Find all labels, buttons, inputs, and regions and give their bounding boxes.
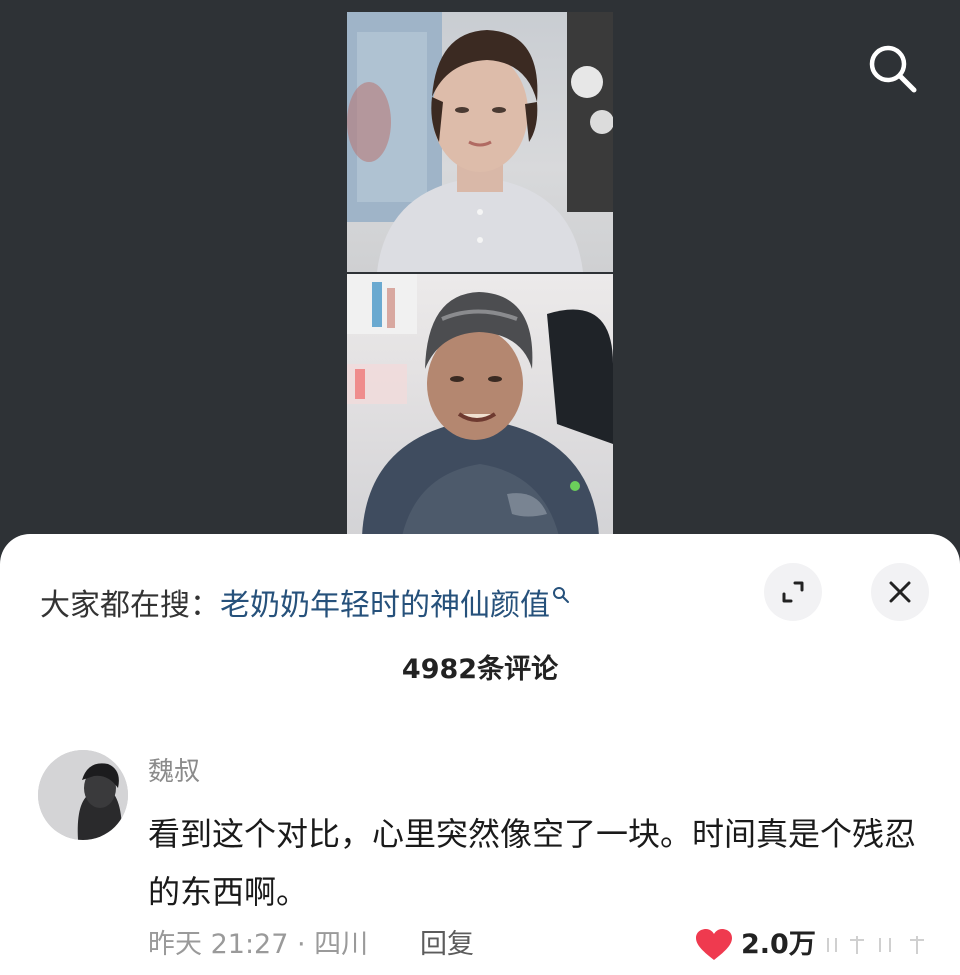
comment-meta: 昨天 21:27 · 四川 [148, 929, 369, 960]
comment-count: 4982条评论 [401, 654, 559, 685]
reply-button[interactable]: 回复 [420, 925, 474, 965]
comment-text: 看到这个对比，心里突然像空了一块。时间真是个残忍的东西啊。 [148, 815, 917, 911]
expand-icon [782, 581, 804, 603]
avatar[interactable] [38, 750, 128, 840]
watermark-icon [820, 934, 940, 956]
close-icon [889, 581, 911, 603]
heart-icon [696, 929, 732, 960]
avatar-image [38, 750, 128, 840]
like-count: 2.0万 [741, 929, 816, 960]
expand-button[interactable] [764, 563, 822, 621]
comment-username[interactable]: 魏叔 [148, 755, 200, 789]
like-button[interactable]: 2.0万 [695, 925, 816, 965]
elderly-woman-photo [347, 274, 613, 536]
video-area[interactable] [0, 0, 960, 560]
trending-search-link[interactable]: 老奶奶年轻时的神仙颜值 [220, 588, 550, 623]
young-woman-portrait [347, 12, 613, 272]
search-small-icon[interactable] [552, 575, 570, 615]
trending-search-prefix: 大家都在搜： [40, 588, 220, 623]
search-button[interactable] [862, 40, 922, 96]
elderly-woman-portrait [347, 274, 613, 536]
search-icon [869, 45, 917, 93]
close-button[interactable] [871, 563, 929, 621]
trending-search-row: 大家都在搜：老奶奶年轻时的神仙颜值 [40, 575, 570, 626]
young-woman-photo [347, 12, 613, 272]
